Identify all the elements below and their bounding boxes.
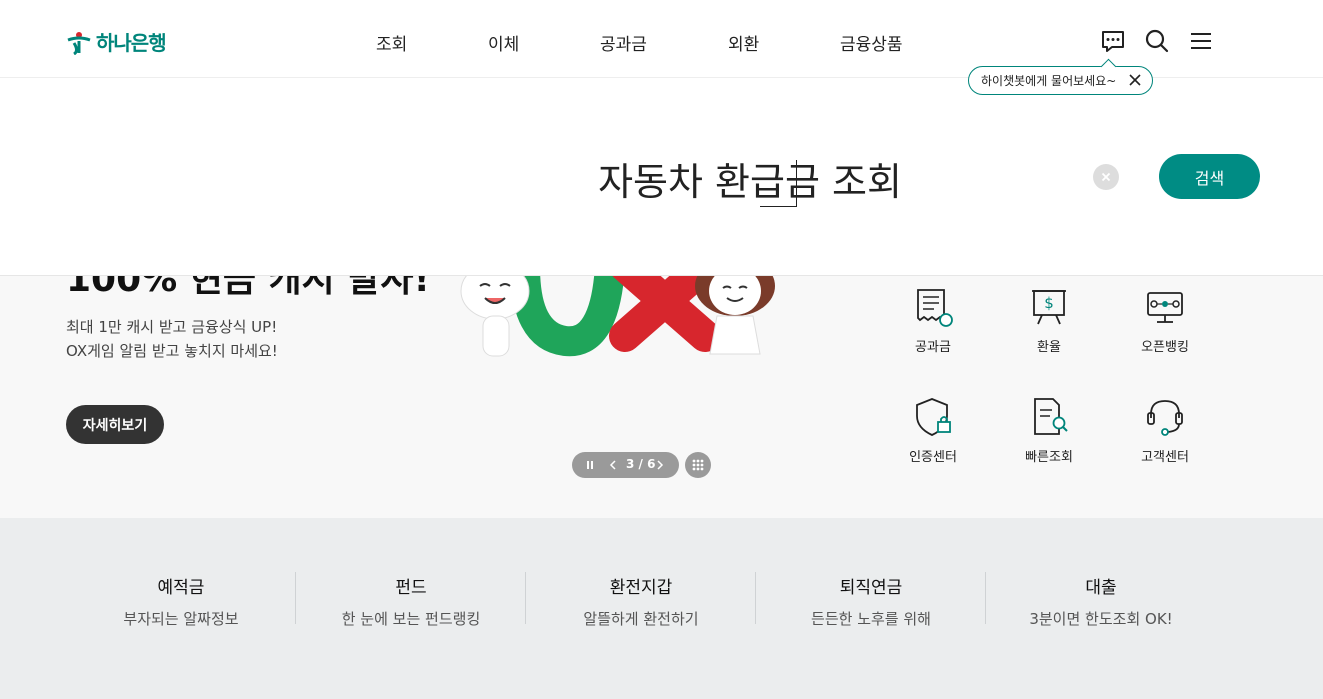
chat-icon[interactable] (1100, 28, 1126, 54)
product-title: 대출 (1085, 578, 1117, 598)
tooltip-text: 하이챗봇에게 물어보세요~ (981, 74, 1117, 88)
product-subtitle: 든든한 노후를 위해 (811, 610, 931, 628)
nav-item-forex[interactable]: 외환 (728, 30, 759, 55)
logo[interactable]: 하나은행 (66, 27, 167, 56)
quick-menu-customer-center[interactable]: 고객센터 (1120, 396, 1210, 465)
nav-item-utility[interactable]: 공과금 (600, 30, 647, 55)
product-subtitle: 알뜰하게 환전하기 (583, 610, 699, 628)
quick-menu-quick-inquiry[interactable]: 빠른조회 (1004, 396, 1094, 465)
clear-search-button[interactable] (1093, 164, 1119, 190)
product-subtitle: 부자되는 알짜정보 (123, 610, 239, 628)
product-loan[interactable]: 대출 3분이면 한도조회 OK! (986, 573, 1216, 629)
nav-item-products[interactable]: 금융상품 (840, 30, 903, 55)
quick-menu-utility[interactable]: 공과금 (888, 286, 978, 355)
all-slides-grid-icon[interactable] (685, 452, 711, 478)
quick-menu-open-banking[interactable]: 오픈뱅킹 (1120, 286, 1210, 355)
quick-menu-label: 고객센터 (1141, 450, 1189, 465)
nav-item-inquiry[interactable]: 조회 (376, 30, 407, 55)
next-slide-icon[interactable] (656, 460, 664, 470)
hero-banner: 100% 현금 캐시 발사! 최대 1만 캐시 받고 금융상식 UP! OX게임… (0, 276, 1323, 518)
product-menu: 예적금 부자되는 알짜정보 펀드 한 눈에 보는 펀드랭킹 환전지갑 알뜰하게 … (0, 518, 1323, 699)
product-exchange-wallet[interactable]: 환전지갑 알뜰하게 환전하기 (526, 573, 756, 629)
ox-character-illustration (460, 276, 775, 357)
menu-icon[interactable] (1188, 28, 1214, 54)
prev-slide-icon[interactable] (609, 460, 617, 470)
quick-menu-label: 오픈뱅킹 (1141, 340, 1189, 355)
exchange-rate-board-icon: $ (1032, 290, 1066, 325)
nav-item-transfer[interactable]: 이체 (488, 30, 519, 55)
hero-title: 100% 현금 캐시 발사! (66, 276, 430, 300)
slide-counter: 3 / 6 (626, 457, 656, 471)
quick-menu-label: 인증센터 (909, 450, 957, 465)
quick-menu-label: 빠른조회 (1025, 450, 1073, 465)
search-button[interactable]: 검색 (1159, 154, 1260, 199)
hero-desc-line-1: 최대 1만 캐시 받고 금융상식 UP! (66, 318, 278, 336)
product-savings[interactable]: 예적금 부자되는 알짜정보 (66, 573, 296, 629)
chatbot-tooltip: 하이챗봇에게 물어보세요~ (968, 66, 1153, 95)
product-fund[interactable]: 펀드 한 눈에 보는 펀드랭킹 (296, 573, 526, 629)
search-panel: 검색 (0, 78, 1323, 276)
slide-pager: 3 / 6 (572, 452, 679, 478)
quick-menu-label: 환율 (1037, 340, 1061, 355)
clear-icon (1101, 172, 1111, 182)
pause-icon[interactable] (586, 461, 594, 469)
bill-icon (917, 289, 953, 327)
product-subtitle: 한 눈에 보는 펀드랭킹 (341, 610, 481, 628)
detail-button[interactable]: 자세히보기 (66, 405, 164, 444)
search-input[interactable] (430, 148, 1070, 208)
product-subtitle: 3분이면 한도조회 OK! (1029, 610, 1173, 628)
product-pension[interactable]: 퇴직연금 든든한 노후를 위해 (756, 573, 986, 629)
hero-desc-line-2: OX게임 알림 받고 놓치지 마세요! (66, 342, 278, 360)
logo-text: 하나은행 (96, 31, 167, 55)
product-title: 퇴직연금 (839, 578, 903, 598)
hana-logo-icon (67, 31, 91, 55)
open-banking-icon (1147, 292, 1183, 323)
product-title: 예적금 (157, 578, 205, 598)
quick-menu-exchange-rate[interactable]: $ 환율 (1004, 286, 1094, 355)
product-title: 환전지갑 (609, 578, 673, 598)
headset-icon (1147, 400, 1183, 436)
document-search-icon (1034, 398, 1068, 435)
close-icon[interactable] (1128, 73, 1142, 87)
shield-lock-icon (916, 398, 951, 436)
input-underline (760, 206, 797, 207)
quick-menu-certificate-center[interactable]: 인증센터 (888, 396, 978, 465)
text-caret (796, 160, 797, 206)
svg-text:$: $ (1044, 294, 1054, 312)
search-icon[interactable] (1144, 28, 1170, 54)
quick-menu-label: 공과금 (915, 340, 951, 355)
product-title: 펀드 (395, 578, 427, 598)
